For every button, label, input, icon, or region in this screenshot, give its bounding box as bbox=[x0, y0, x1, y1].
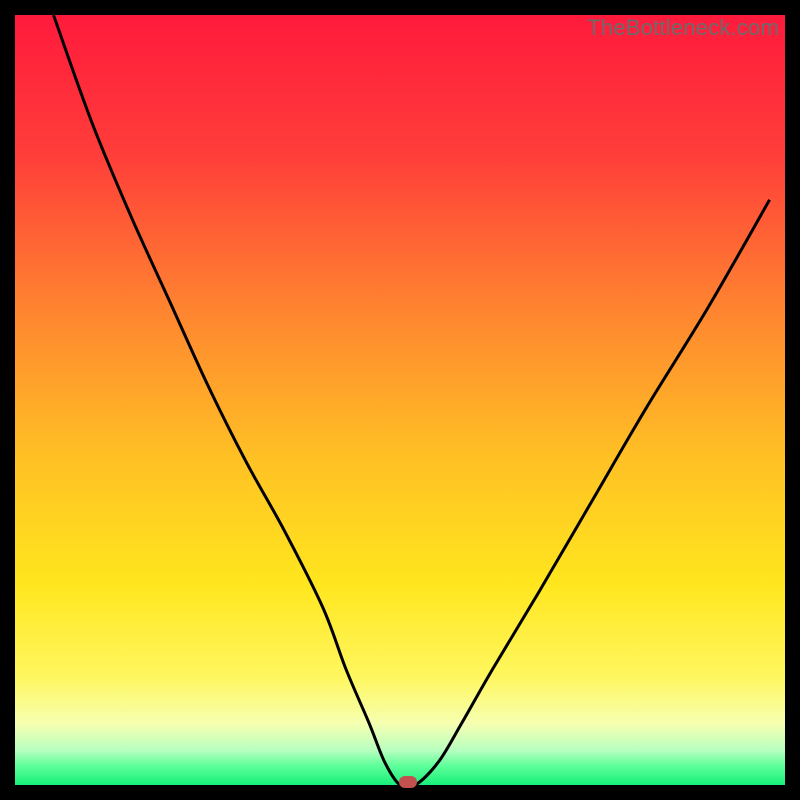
optimal-marker bbox=[399, 776, 417, 788]
chart-frame: TheBottleneck.com bbox=[15, 15, 785, 785]
watermark-text: TheBottleneck.com bbox=[587, 15, 779, 41]
bottleneck-chart bbox=[15, 15, 785, 785]
chart-background bbox=[15, 15, 785, 785]
